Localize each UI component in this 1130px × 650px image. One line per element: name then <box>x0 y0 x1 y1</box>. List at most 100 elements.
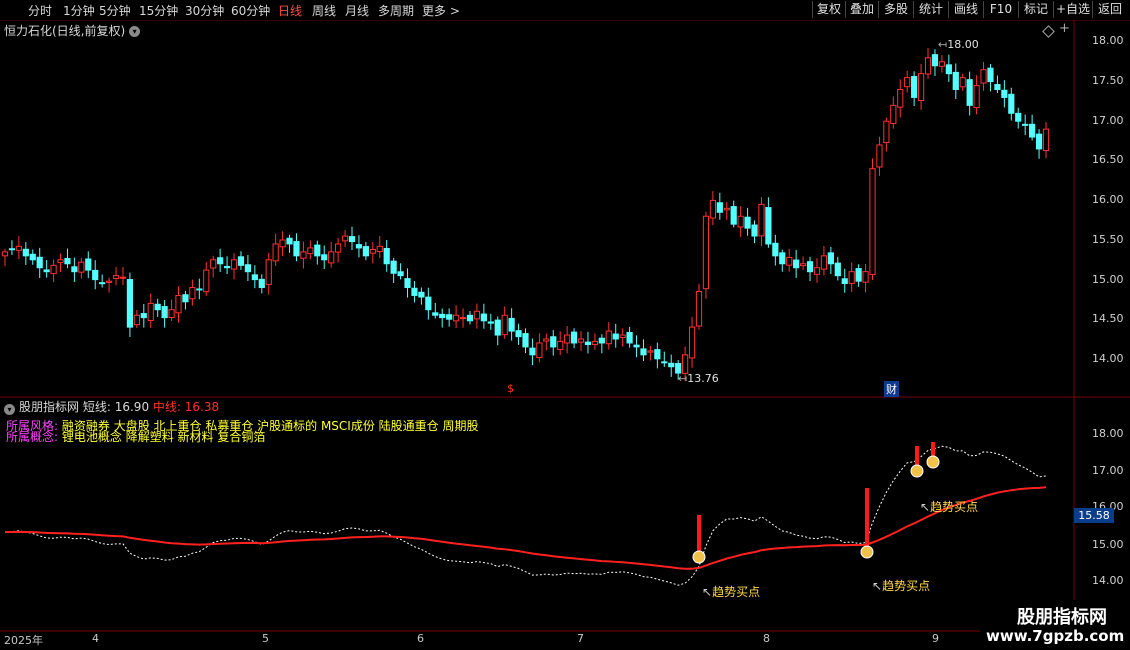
candle-body <box>855 268 862 282</box>
candle-body <box>1008 93 1015 114</box>
signal-markers <box>692 442 940 564</box>
candle-body <box>147 302 154 321</box>
chevron-down-icon[interactable]: ▾ <box>4 404 15 415</box>
candle-body <box>661 361 668 364</box>
signal-bar <box>865 488 869 548</box>
candle-body <box>640 348 647 356</box>
candle-body <box>362 246 369 257</box>
candle-body <box>654 349 661 360</box>
candle-body <box>223 265 231 269</box>
concept-label: 所属概念: <box>6 430 59 444</box>
current-value-tag: 15.58 <box>1074 508 1114 523</box>
candle-body <box>36 256 43 269</box>
watermark-url: www.7gpzb.com <box>986 627 1125 645</box>
candle-body <box>529 347 536 356</box>
money-bag-icon[interactable] <box>860 545 874 559</box>
money-bag-icon[interactable] <box>910 464 924 478</box>
dividend-marker[interactable]: $ <box>507 382 514 395</box>
candle-body <box>22 248 29 257</box>
candle-body <box>85 258 92 271</box>
candle-body <box>515 330 522 338</box>
candle-body <box>1015 112 1022 122</box>
candle-body <box>404 278 411 289</box>
candle-body <box>612 333 619 340</box>
candle-body <box>550 336 557 348</box>
candle-body <box>800 263 807 267</box>
candle-body <box>210 259 217 269</box>
candle-body <box>536 342 543 359</box>
candle-body <box>182 294 189 303</box>
candle-body <box>730 206 737 225</box>
candle-body <box>959 77 966 88</box>
candle-body <box>8 248 16 251</box>
candle-body <box>459 317 467 320</box>
time-tick: 9 <box>932 632 939 645</box>
indicator-tick: 15.00 <box>1092 538 1124 551</box>
candle-body <box>230 259 238 270</box>
candle-body <box>411 287 418 296</box>
finance-marker[interactable]: 财 <box>884 381 899 397</box>
candle-body <box>1042 128 1050 152</box>
mid-line <box>4 486 1047 570</box>
candle-body <box>758 203 765 237</box>
price-tick: 17.00 <box>1092 114 1124 127</box>
candle-body <box>92 269 99 281</box>
candle-body <box>876 144 883 168</box>
candle-body <box>168 309 175 318</box>
watermark-title: 股朋指标网 <box>1017 607 1107 628</box>
candle-body <box>772 242 779 257</box>
high-price-label: ↤18.00 <box>938 38 979 51</box>
candle-body <box>321 254 328 261</box>
candle-body <box>466 314 474 322</box>
candle-body <box>897 89 904 108</box>
candle-body <box>890 104 897 125</box>
concept-text: 锂电池概念 降解塑料 新材料 复合铜箔 <box>61 430 266 444</box>
candle-body <box>265 259 272 285</box>
candle-body <box>1001 89 1008 98</box>
candle-body <box>126 279 134 328</box>
candle-body <box>924 57 932 75</box>
signal-bar <box>697 515 701 553</box>
candle-body <box>647 350 654 353</box>
money-bag-icon[interactable] <box>692 550 706 564</box>
time-tick: 7 <box>577 632 584 645</box>
price-tick: 16.50 <box>1092 153 1124 166</box>
mid-value: 16.38 <box>184 400 220 414</box>
candle-body <box>570 331 578 344</box>
short-value: 16.90 <box>114 400 150 414</box>
candle-body <box>688 326 696 359</box>
candle-body <box>140 313 147 319</box>
candle-body <box>133 314 140 326</box>
money-bag-icon[interactable] <box>926 455 940 469</box>
candle-body <box>765 207 772 245</box>
candle-body <box>418 291 425 298</box>
candle-body <box>904 77 911 88</box>
candle-body <box>626 331 633 344</box>
candle-body <box>522 333 529 348</box>
candle-body <box>668 362 675 368</box>
candle-body <box>383 247 390 265</box>
time-tick: 5 <box>262 632 269 645</box>
candle-body <box>439 313 446 319</box>
candle-body <box>272 243 279 262</box>
candle-body <box>99 282 106 285</box>
candle-body <box>813 267 821 275</box>
candle-body <box>300 251 307 259</box>
candle-body <box>286 237 293 245</box>
candle-body <box>480 313 487 322</box>
candle-body <box>43 269 50 273</box>
candle-body <box>397 271 404 277</box>
candle-body <box>577 338 585 343</box>
candle-body <box>806 261 814 273</box>
candle-body <box>203 269 210 293</box>
candle-body <box>57 259 64 264</box>
candle-body <box>494 319 501 336</box>
candle-body <box>793 259 800 269</box>
candle-body <box>584 341 592 346</box>
candle-body <box>473 310 481 320</box>
candle-body <box>938 61 945 67</box>
candle-body <box>911 76 918 98</box>
candle-body <box>64 258 71 265</box>
candle-body <box>709 199 716 219</box>
candle-body <box>917 73 925 102</box>
